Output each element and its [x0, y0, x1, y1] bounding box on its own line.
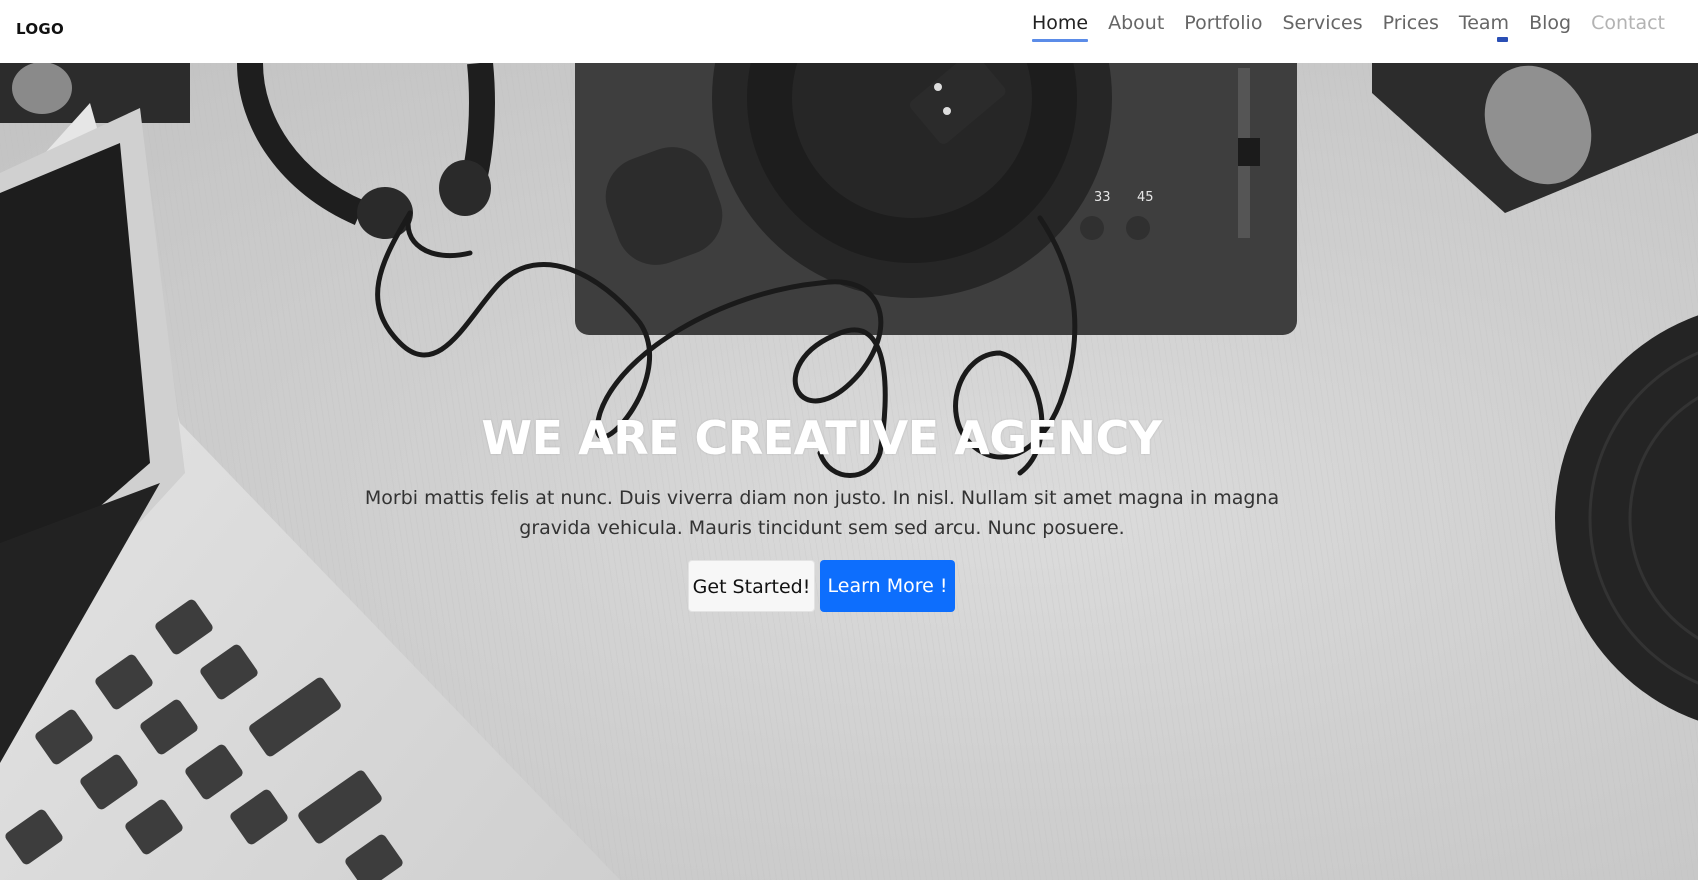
hero-title: WE ARE CREATIVE AGENCY	[481, 411, 1162, 465]
navbar: LOGO Home About Portfolio Services Price…	[0, 0, 1698, 63]
hero-subtitle: Morbi mattis felis at nunc. Duis viverra…	[364, 487, 1280, 539]
nav-contact[interactable]: Contact	[1581, 10, 1675, 36]
get-started-button[interactable]: Get Started!	[688, 560, 815, 612]
nav-prices[interactable]: Prices	[1373, 10, 1449, 36]
nav-about[interactable]: About	[1098, 10, 1174, 36]
nav-menu: Home About Portfolio Services Prices Tea…	[1022, 10, 1675, 42]
nav-team[interactable]: Team	[1449, 10, 1519, 36]
nav-home[interactable]: Home	[1022, 10, 1098, 42]
hero-content: WE ARE CREATIVE AGENCY Morbi mattis feli…	[0, 63, 1698, 880]
blog-indicator-dot	[1497, 37, 1508, 42]
learn-more-button[interactable]: Learn More !	[820, 560, 955, 612]
hero-section: 33 45 WE ARE CREATIVE AGENCY Morbi matti…	[0, 63, 1698, 880]
nav-blog[interactable]: Blog	[1519, 10, 1581, 36]
nav-services[interactable]: Services	[1272, 10, 1372, 36]
logo[interactable]: LOGO	[16, 20, 64, 38]
nav-portfolio[interactable]: Portfolio	[1174, 10, 1272, 36]
